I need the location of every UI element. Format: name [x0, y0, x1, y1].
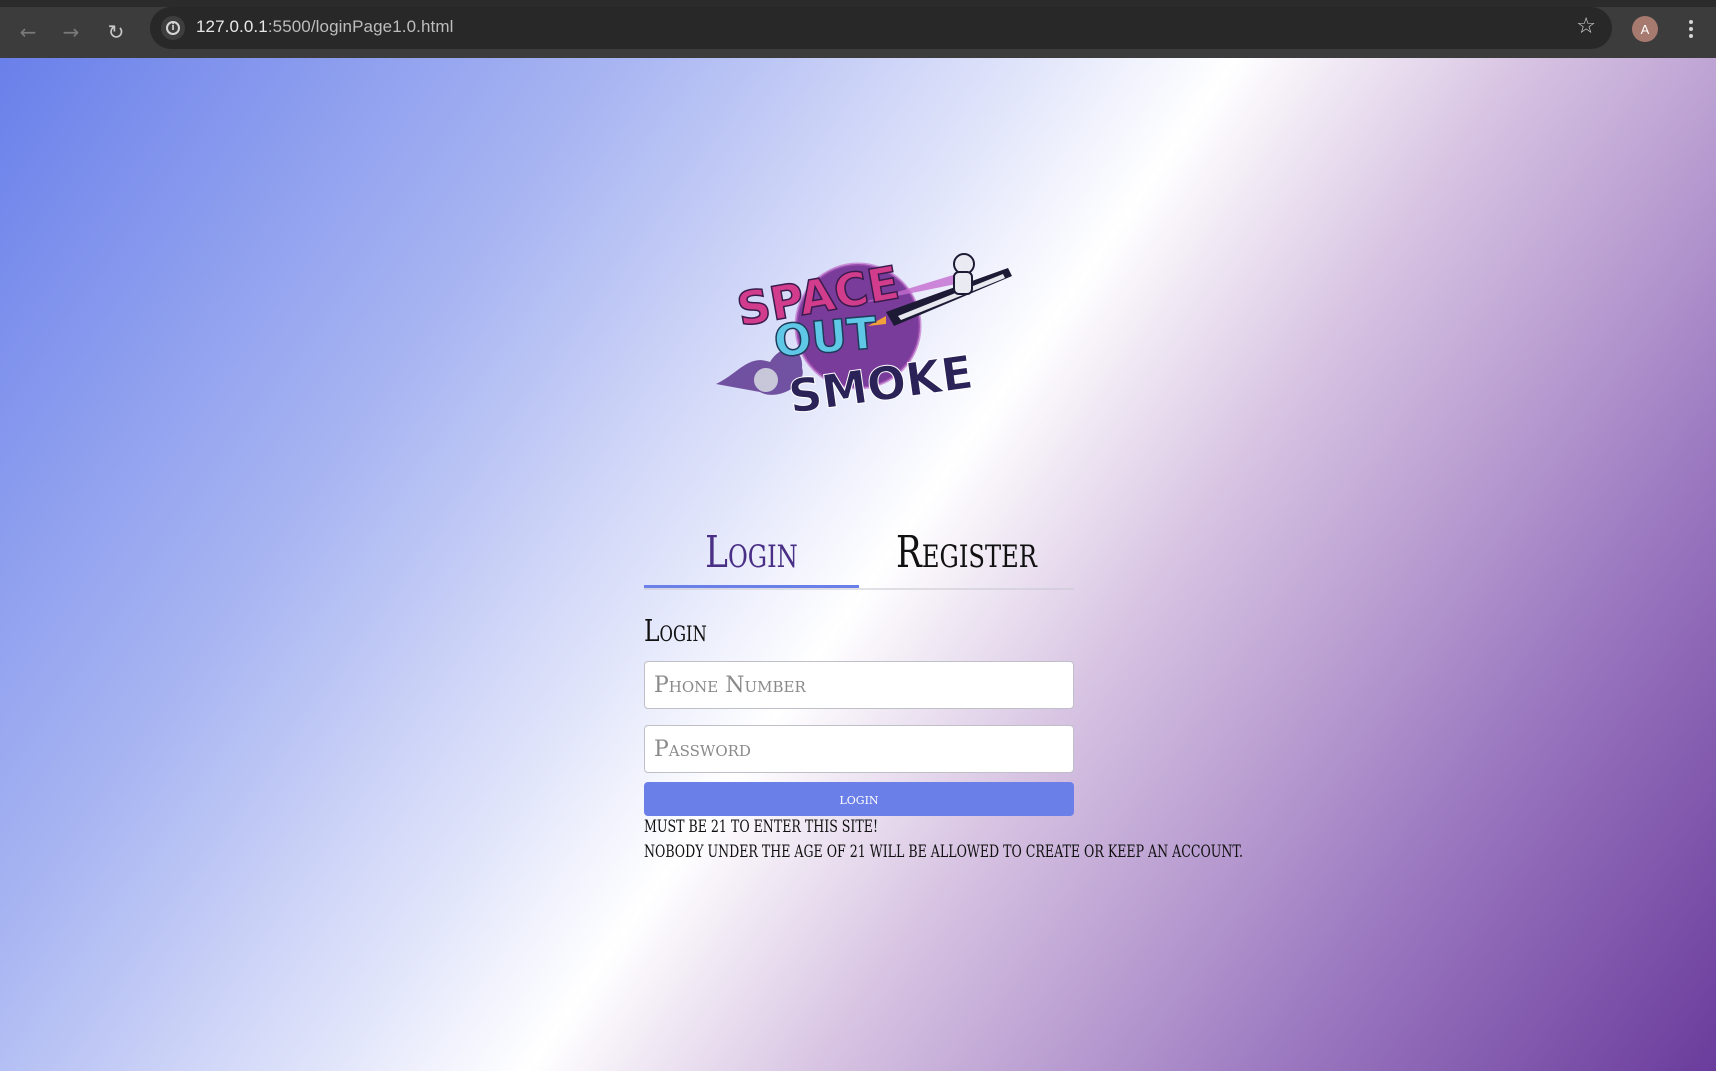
- back-arrow-icon[interactable]: ←: [12, 16, 44, 48]
- kebab-menu-icon[interactable]: [1680, 16, 1702, 42]
- password-input[interactable]: [644, 725, 1074, 773]
- reload-icon[interactable]: ↻: [100, 16, 132, 48]
- url-path: :5500/loginPage1.0.html: [267, 17, 454, 36]
- phone-number-input[interactable]: [644, 661, 1074, 709]
- page-viewport: SPACE OUT SMOKE Login Register Login log…: [0, 58, 1716, 1071]
- profile-avatar[interactable]: A: [1632, 16, 1658, 42]
- space-out-smoke-logo: SPACE OUT SMOKE: [716, 253, 1012, 424]
- bookmark-star-icon[interactable]: ☆: [1576, 14, 1596, 39]
- form-title: Login: [644, 614, 707, 649]
- forward-arrow-icon[interactable]: →: [55, 16, 87, 48]
- active-tab-indicator: [644, 585, 859, 588]
- site-info-icon[interactable]: i: [161, 16, 185, 40]
- auth-tabs: Login Register: [644, 518, 1074, 590]
- browser-toolbar: ← → ↻ i 127.0.0.1:5500/loginPage1.0.html…: [0, 0, 1716, 58]
- url-text[interactable]: 127.0.0.1:5500/loginPage1.0.html: [196, 17, 453, 37]
- login-button[interactable]: login: [644, 782, 1074, 816]
- age-notice-line-2: NOBODY UNDER THE AGE OF 21 WILL BE ALLOW…: [644, 842, 1243, 862]
- url-host: 127.0.0.1: [196, 17, 268, 36]
- address-bar[interactable]: i 127.0.0.1:5500/loginPage1.0.html ☆: [150, 7, 1612, 49]
- tab-login[interactable]: Login: [668, 518, 836, 588]
- tab-register[interactable]: Register: [883, 518, 1051, 588]
- age-notice-line-1: MUST BE 21 TO ENTER THIS SITE!: [644, 817, 879, 837]
